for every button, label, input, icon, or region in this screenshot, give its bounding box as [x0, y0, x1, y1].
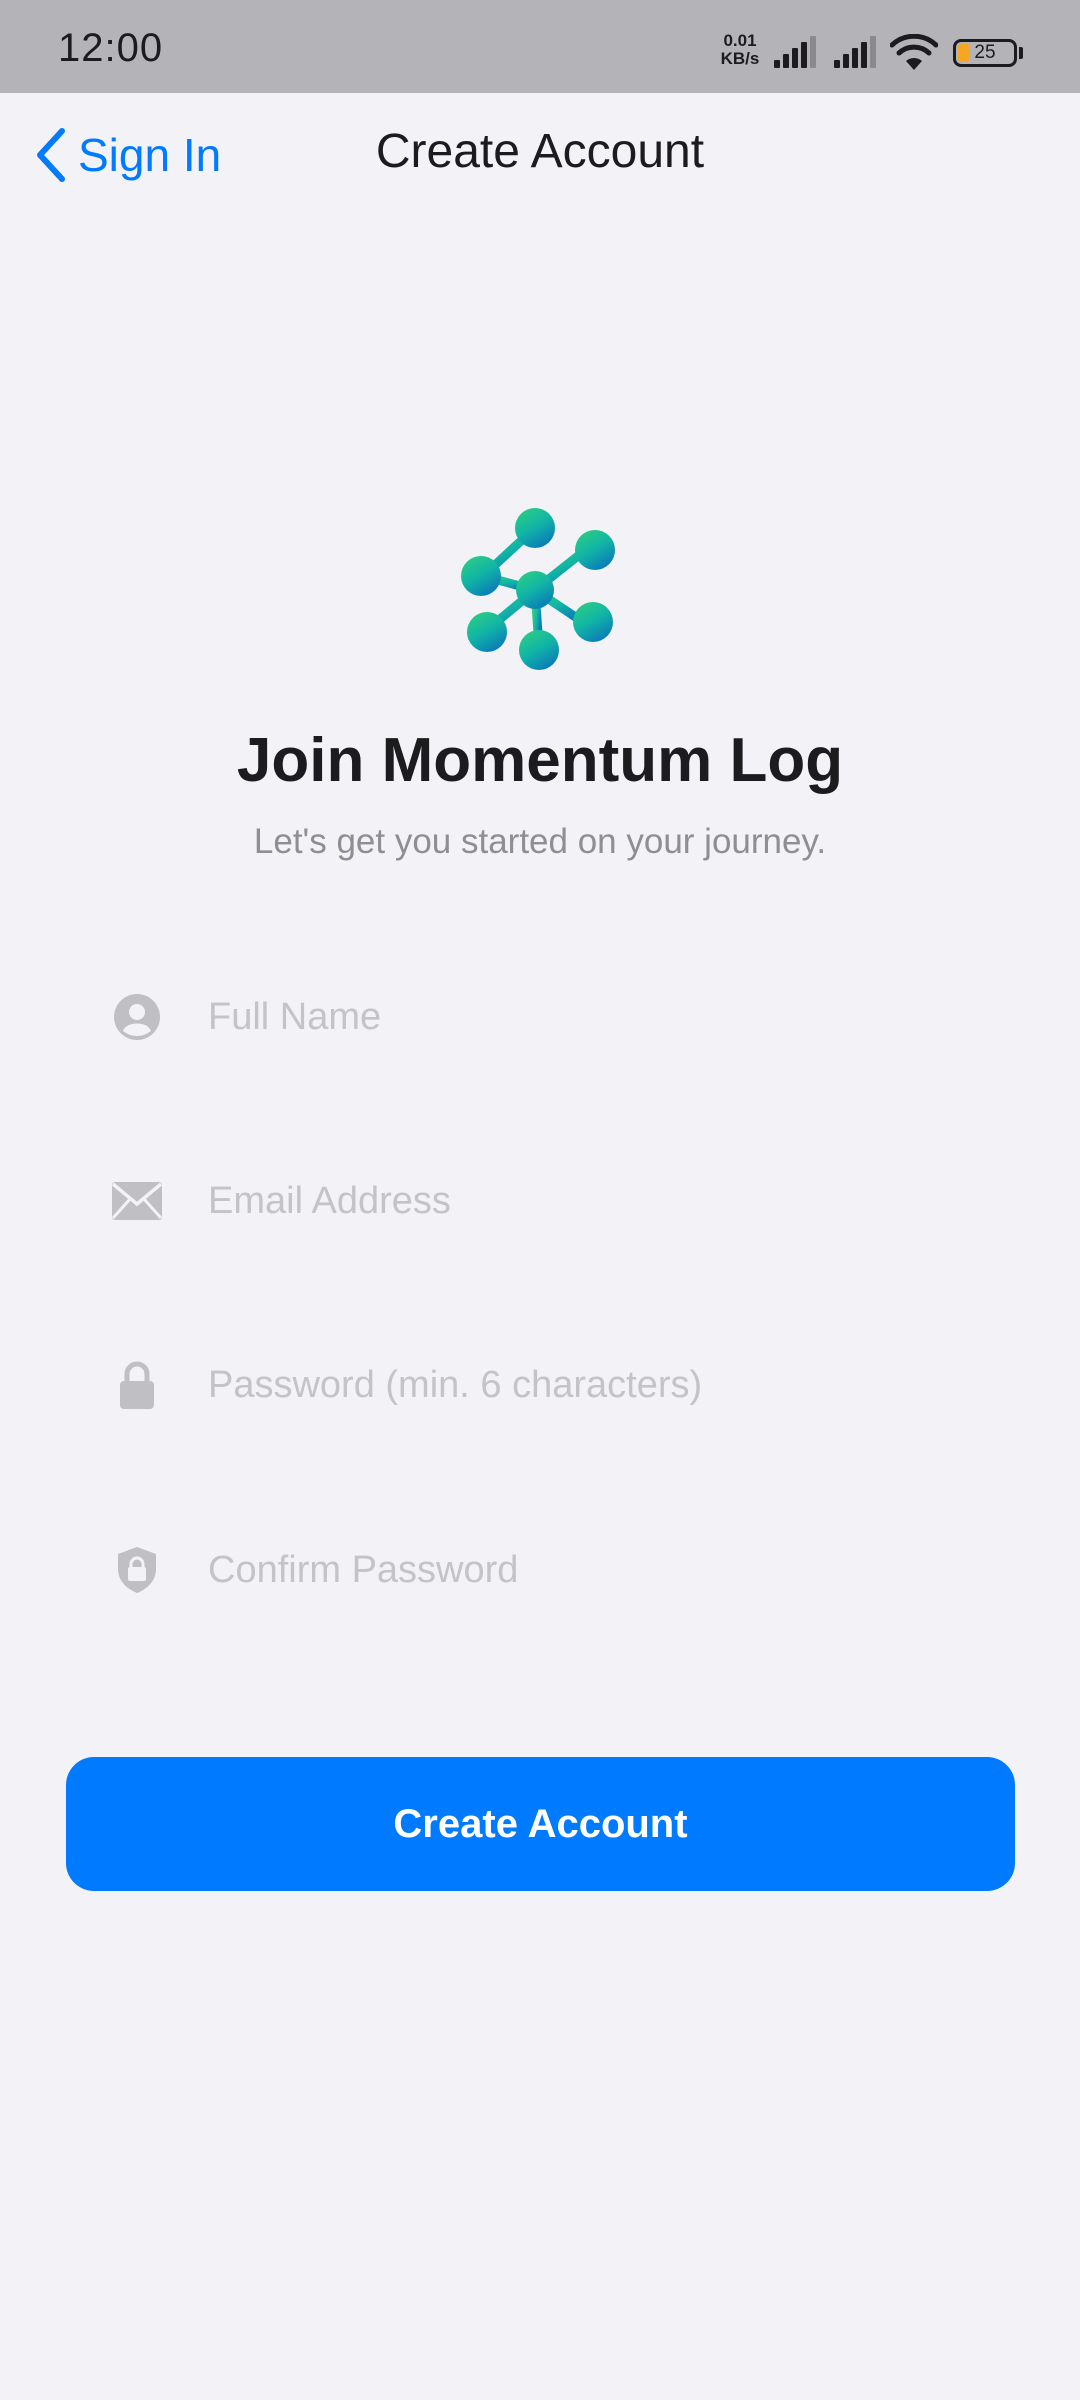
create-account-screen: 12:00 0.01 KB/s 25 Sign In Create Accoun… [0, 0, 1080, 2400]
lock-icon [100, 1360, 174, 1410]
person-icon [100, 993, 174, 1041]
shield-lock-icon [100, 1545, 174, 1595]
password-input[interactable] [208, 1355, 980, 1415]
email-input[interactable] [208, 1171, 980, 1231]
status-time: 12:00 [58, 26, 164, 70]
envelope-icon [100, 1181, 174, 1221]
email-field[interactable] [100, 1156, 980, 1246]
welcome-subtitle: Let's get you started on your journey. [253, 822, 827, 861]
full-name-input[interactable] [208, 987, 980, 1047]
signal-icon [774, 36, 816, 68]
battery-tip [1019, 47, 1023, 59]
battery-level: 25 [974, 42, 996, 63]
status-bar: 12:00 0.01 KB/s 25 [0, 0, 1080, 93]
app-logo [461, 508, 615, 670]
create-account-button[interactable]: Create Account [66, 1757, 1015, 1891]
wifi-icon [890, 34, 938, 70]
network-speed-unit: KB/s [720, 49, 760, 68]
password-field[interactable] [100, 1340, 980, 1430]
confirm-password-field[interactable] [100, 1525, 980, 1615]
battery-icon: 25 [953, 39, 1017, 67]
confirm-password-input[interactable] [208, 1540, 980, 1600]
network-speed: 0.01 KB/s [715, 32, 765, 68]
page-title: Create Account [375, 125, 705, 178]
signal-icon [834, 36, 876, 68]
welcome-heading: Join Momentum Log [236, 726, 844, 795]
network-speed-value: 0.01 [723, 31, 757, 50]
full-name-field[interactable] [100, 972, 980, 1062]
